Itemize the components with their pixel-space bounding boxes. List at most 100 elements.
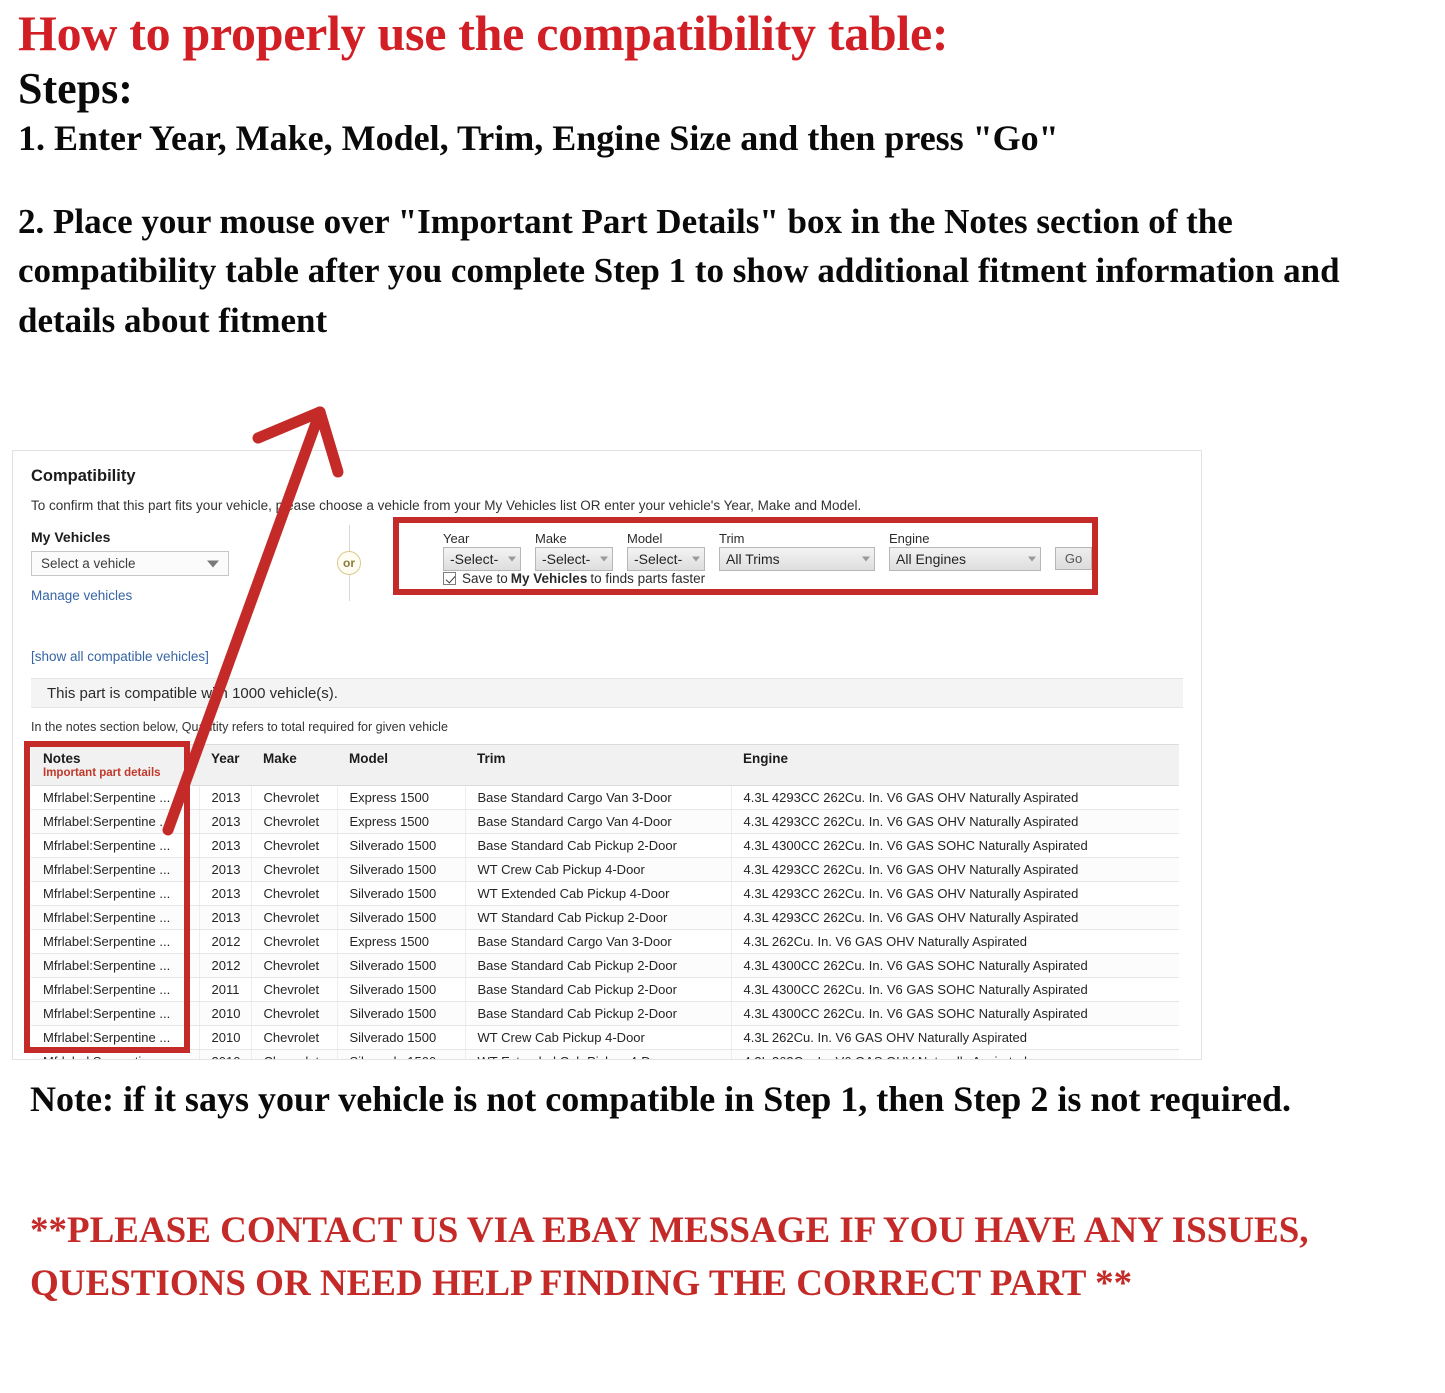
fitment-table-body: Mfrlabel:Serpentine ... 2013 Chevrolet Expr… (31, 785, 1179, 1059)
cell-engine: 4.3L 4293CC 262Cu. In. V6 GAS OHV Natura… (731, 881, 1179, 906)
table-row: Mfrlabel:Serpentine ... 2013 Chevrolet Silv… (31, 857, 1179, 882)
make-label: Make (535, 531, 567, 546)
cell-trim: Base Standard Cargo Van 4-Door (465, 809, 732, 834)
cell-notes: Mfrlabel:Serpentine ... (31, 809, 200, 834)
table-row: Mfrlabel:Serpentine ... 2013 Chevrolet Silv… (31, 833, 1179, 858)
cell-make: Chevrolet (251, 1025, 338, 1050)
cell-notes: Mfrlabel:Serpentine ... (31, 953, 200, 978)
cell-year: 2013 (199, 905, 252, 930)
cell-engine: 4.3L 262Cu. In. V6 GAS OHV Naturally Asp… (731, 1025, 1179, 1050)
or-line-top (348, 525, 350, 551)
engine-value: All Engines (896, 551, 967, 567)
trim-select[interactable]: All Trims (719, 547, 875, 571)
column-header-model: Model (337, 744, 465, 786)
cell-make: Chevrolet (251, 1001, 338, 1026)
cell-year: 2013 (199, 785, 252, 810)
cell-make: Chevrolet (251, 1049, 338, 1059)
chevron-down-icon (600, 556, 608, 562)
cell-model: Silverado 1500 (337, 953, 466, 978)
vehicle-finder-form: Year -Select- Make -Select- Model -Selec… (399, 523, 1092, 571)
fitment-table: Notes Important part details Year Make M… (31, 744, 1179, 1059)
make-value: -Select- (542, 551, 591, 567)
cell-engine: 4.3L 4293CC 262Cu. In. V6 GAS OHV Natura… (731, 785, 1179, 810)
vehicle-chooser-row: My Vehicles Select a vehicle Manage vehi… (31, 517, 1183, 639)
cell-engine: 4.3L 4300CC 262Cu. In. V6 GAS SOHC Natur… (731, 977, 1179, 1002)
notes-quantity-hint: In the notes section below, Quantity ref… (31, 720, 448, 734)
vehicle-finder-highlight-box: Year -Select- Make -Select- Model -Selec… (393, 517, 1098, 595)
chevron-down-icon (207, 560, 219, 567)
or-line-bottom (348, 575, 350, 601)
cell-model: Silverado 1500 (337, 1049, 466, 1059)
year-label: Year (443, 531, 470, 546)
table-header-row: Notes Important part details Year Make M… (31, 744, 1179, 786)
or-bubble: or (337, 551, 361, 575)
cell-year: 2011 (199, 977, 252, 1002)
cell-notes: Mfrlabel:Serpentine ... (31, 1001, 200, 1026)
manage-vehicles-link[interactable]: Manage vehicles (31, 588, 311, 603)
cell-year: 2012 (199, 929, 252, 954)
table-row: Mfrlabel:Serpentine ...2010ChevroletSilv… (31, 1001, 1179, 1026)
table-row: Mfrlabel:Serpentine ... 2012 Chevrolet Expr… (31, 929, 1179, 954)
cell-engine: 4.3L 4293CC 262Cu. In. V6 GAS OHV Natura… (731, 857, 1179, 882)
compatibility-subtext: To confirm that this part fits your vehi… (31, 498, 862, 513)
go-button[interactable]: Go (1055, 547, 1092, 570)
cell-model: Express 1500 (337, 809, 466, 834)
column-header-notes: Notes Important part details (31, 744, 199, 786)
cell-make: Chevrolet (251, 977, 338, 1002)
compatibility-panel: Compatibility To confirm that this part … (12, 450, 1202, 1060)
year-select[interactable]: -Select- (443, 547, 521, 571)
cell-model: Silverado 1500 (337, 857, 466, 882)
make-select[interactable]: -Select- (535, 547, 613, 571)
trim-value: All Trims (726, 551, 780, 567)
cell-notes: Mfrlabel:Serpentine ... (31, 833, 200, 858)
contact-text: **PLEASE CONTACT US VIA EBAY MESSAGE IF … (30, 1210, 1309, 1304)
cell-year: 2010 (199, 1025, 252, 1050)
cell-notes: Mfrlabel:Serpentine ... (31, 881, 200, 906)
column-header-engine: Engine (731, 744, 1179, 786)
finder-field-engine: Engine All Engines (889, 531, 1041, 571)
page-title: How to properly use the compatibility ta… (18, 5, 949, 61)
engine-select[interactable]: All Engines (889, 547, 1041, 571)
my-vehicles-label: My Vehicles (31, 529, 111, 545)
cell-model: Silverado 1500 (337, 977, 466, 1002)
cell-year: 2010 (199, 1049, 252, 1059)
cell-make: Chevrolet (251, 833, 338, 858)
select-vehicle-dropdown[interactable]: Select a vehicle (31, 551, 229, 576)
year-value: -Select- (450, 551, 499, 567)
cell-model: Silverado 1500 (337, 833, 466, 858)
show-all-compatible-vehicles-link[interactable]: [show all compatible vehicles] (31, 649, 1183, 664)
finder-field-trim: Trim All Trims (719, 531, 875, 571)
table-row: Mfrlabel:Serpentine ... 2013 Chevrolet Silv… (31, 905, 1179, 930)
table-row: Mfrlabel:Serpentine ...2010ChevroletSilv… (31, 1025, 1179, 1050)
steps-label: Steps: (18, 64, 133, 113)
note-text: Note: if it says your vehicle is not com… (30, 1079, 1292, 1119)
cell-make: Chevrolet (251, 857, 338, 882)
cell-year: 2013 (199, 809, 252, 834)
save-to-my-vehicles-row[interactable]: Save to My Vehicles to finds parts faste… (443, 571, 705, 586)
cell-year: 2013 (199, 881, 252, 906)
cell-engine: 4.3L 4300CC 262Cu. In. V6 GAS SOHC Natur… (731, 1001, 1179, 1026)
notes-header-sublabel: Important part details (43, 767, 161, 779)
engine-label: Engine (889, 531, 930, 546)
chevron-down-icon (692, 556, 700, 562)
cell-model: Silverado 1500 (337, 881, 466, 906)
cell-model: Silverado 1500 (337, 1001, 466, 1026)
save-vehicle-checkbox[interactable] (443, 572, 456, 585)
model-select[interactable]: -Select- (627, 547, 705, 571)
column-header-make: Make (251, 744, 337, 786)
cell-year: 2013 (199, 857, 252, 882)
cell-year: 2012 (199, 953, 252, 978)
cell-make: Chevrolet (251, 881, 338, 906)
cell-make: Chevrolet (251, 809, 338, 834)
cell-notes: Mfrlabel:Serpentine ... (31, 929, 200, 954)
cell-trim: Base Standard Cab Pickup 2-Door (465, 833, 732, 858)
column-header-year: Year (199, 744, 251, 786)
cell-make: Chevrolet (251, 953, 338, 978)
instructions-block: How to properly use the compatibility ta… (18, 6, 1418, 346)
step-2-text: 2. Place your mouse over "Important Part… (18, 201, 1340, 340)
finder-field-make: Make -Select- (535, 531, 613, 571)
cell-trim: Base Standard Cargo Van 3-Door (465, 785, 732, 810)
model-label: Model (627, 531, 663, 546)
chevron-down-icon (862, 556, 870, 562)
save-text-before: Save to (462, 571, 508, 586)
